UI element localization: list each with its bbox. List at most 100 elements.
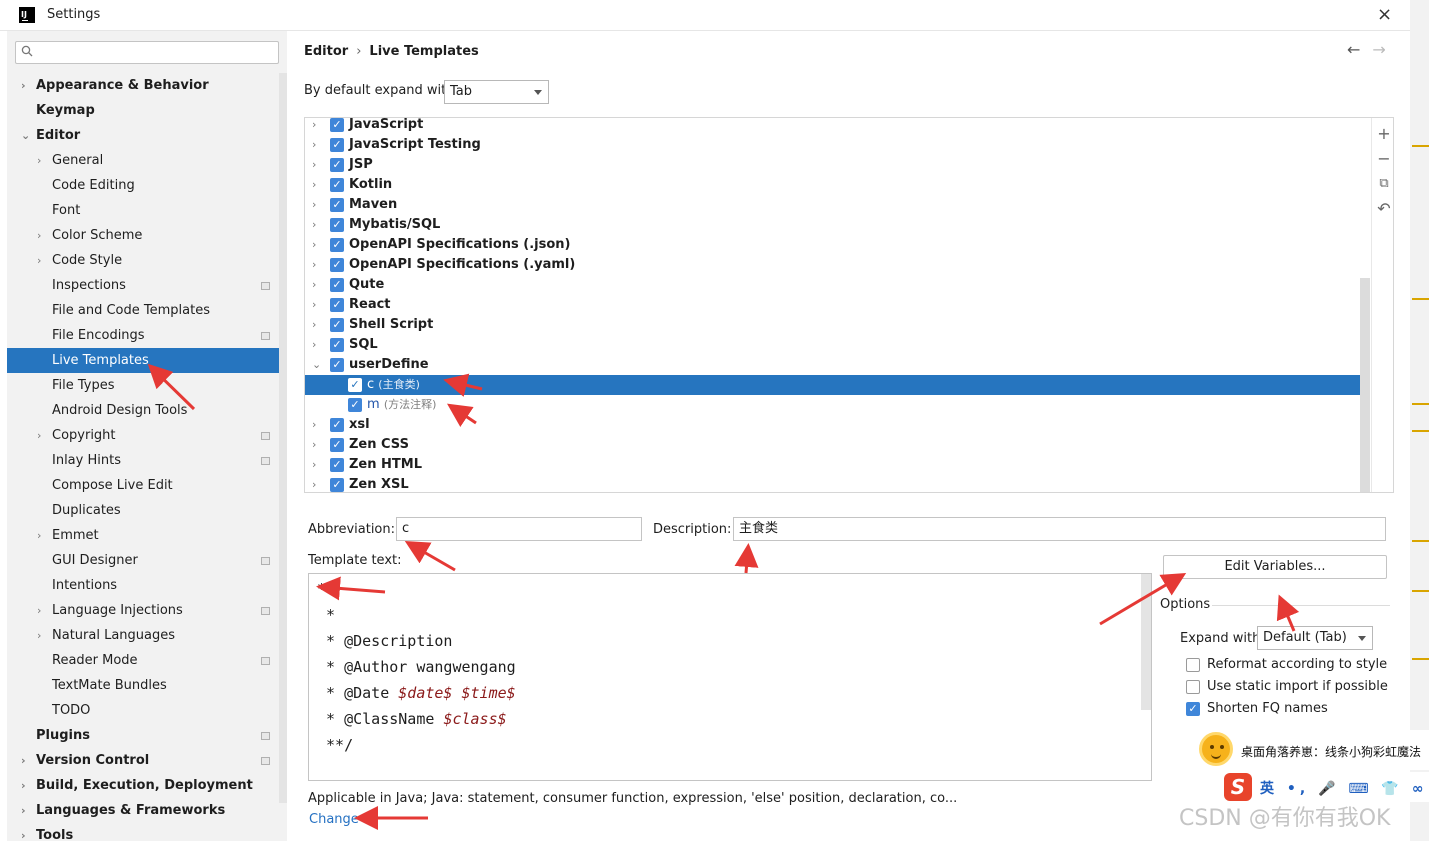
breadcrumb-parent[interactable]: Editor: [304, 44, 348, 59]
chevron-right-icon[interactable]: ›: [312, 475, 316, 492]
check-icon[interactable]: ✓: [330, 458, 344, 472]
sidebar-item-version-control[interactable]: › Version Control: [7, 748, 287, 773]
template-group[interactable]: › ✓ Zen CSS: [305, 435, 1367, 455]
check-icon[interactable]: ✓: [330, 118, 344, 132]
template-group[interactable]: › ✓ OpenAPI Specifications (.yaml): [305, 255, 1367, 275]
sidebar-item-file-types[interactable]: File Types: [7, 373, 287, 398]
template-group[interactable]: › ✓ JSP: [305, 155, 1367, 175]
template-group[interactable]: › ✓ Shell Script: [305, 315, 1367, 335]
chevron-right-icon[interactable]: ›: [312, 118, 316, 135]
check-icon[interactable]: ✓: [330, 218, 344, 232]
check-icon[interactable]: ✓: [348, 378, 362, 392]
expand-with-select[interactable]: Default (Tab): [1257, 626, 1373, 650]
template-group[interactable]: › ✓ SQL: [305, 335, 1367, 355]
description-input[interactable]: 主食类: [733, 517, 1386, 541]
chevron-right-icon[interactable]: ›: [37, 623, 41, 648]
sidebar-item-color-scheme[interactable]: › Color Scheme: [7, 223, 287, 248]
sidebar-item-build-execution-deployment[interactable]: › Build, Execution, Deployment: [7, 773, 287, 798]
back-arrow-icon[interactable]: ←: [1347, 40, 1360, 59]
sidebar-item-font[interactable]: Font: [7, 198, 287, 223]
restore-icon[interactable]: ↶: [1376, 201, 1392, 217]
sidebar-item-code-editing[interactable]: Code Editing: [7, 173, 287, 198]
chevron-right-icon[interactable]: ›: [37, 248, 41, 273]
forward-arrow-icon[interactable]: →: [1372, 40, 1385, 59]
sidebar-item-gui-designer[interactable]: GUI Designer: [7, 548, 287, 573]
sidebar-scrollbar[interactable]: [279, 73, 287, 803]
check-icon[interactable]: ✓: [330, 278, 344, 292]
sidebar-item-intentions[interactable]: Intentions: [7, 573, 287, 598]
ime-toolbar[interactable]: S 英 •, 🎤 ⌨ 👕 ∞ ⊞: [1222, 772, 1429, 802]
chevron-right-icon[interactable]: ›: [312, 455, 316, 475]
remove-icon[interactable]: −: [1376, 151, 1392, 167]
template-item[interactable]: ✓ c (主食类): [305, 375, 1367, 395]
check-icon[interactable]: ✓: [330, 238, 344, 252]
editor-scrollbar[interactable]: [1141, 574, 1151, 710]
sidebar-item-textmate-bundles[interactable]: TextMate Bundles: [7, 673, 287, 698]
check-icon[interactable]: ✓: [330, 138, 344, 152]
sidebar-item-languages-frameworks[interactable]: › Languages & Frameworks: [7, 798, 287, 823]
sidebar-item-natural-languages[interactable]: › Natural Languages: [7, 623, 287, 648]
chevron-right-icon[interactable]: ›: [312, 155, 316, 175]
edit-variables-button[interactable]: Edit Variables...: [1163, 555, 1387, 579]
chevron-right-icon[interactable]: ›: [312, 175, 316, 195]
chevron-right-icon[interactable]: ›: [21, 823, 26, 841]
change-contexts-link[interactable]: Change ⌄: [309, 812, 371, 827]
check-icon[interactable]: ✓: [330, 358, 344, 372]
add-icon[interactable]: +: [1376, 126, 1392, 142]
check-icon[interactable]: ✓: [330, 198, 344, 212]
sidebar-item-todo[interactable]: TODO: [7, 698, 287, 723]
chevron-right-icon[interactable]: ›: [21, 748, 26, 773]
sidebar-item-general[interactable]: › General: [7, 148, 287, 173]
template-group[interactable]: › ✓ Maven: [305, 195, 1367, 215]
chevron-right-icon[interactable]: ›: [312, 415, 316, 435]
chevron-right-icon[interactable]: ›: [312, 135, 316, 155]
template-group[interactable]: › ✓ xsl: [305, 415, 1367, 435]
chevron-right-icon[interactable]: ›: [37, 423, 41, 448]
chevron-right-icon[interactable]: ›: [37, 223, 41, 248]
chevron-right-icon[interactable]: ›: [21, 73, 26, 98]
sidebar-item-emmet[interactable]: › Emmet: [7, 523, 287, 548]
sidebar-item-reader-mode[interactable]: Reader Mode: [7, 648, 287, 673]
check-icon[interactable]: ✓: [330, 418, 344, 432]
sidebar-item-android-design-tools[interactable]: Android Design Tools: [7, 398, 287, 423]
chevron-right-icon[interactable]: ›: [312, 295, 316, 315]
chevron-down-icon[interactable]: ⌄: [312, 355, 321, 375]
check-icon[interactable]: ✓: [330, 318, 344, 332]
sidebar-item-plugins[interactable]: Plugins: [7, 723, 287, 748]
check-icon[interactable]: ✓: [330, 258, 344, 272]
template-item[interactable]: ✓ m (方法注释): [305, 395, 1367, 415]
check-icon[interactable]: ✓: [348, 398, 362, 412]
chevron-right-icon[interactable]: ›: [312, 335, 316, 355]
check-icon[interactable]: ✓: [330, 478, 344, 492]
template-group[interactable]: ⌄ ✓ userDefine: [305, 355, 1367, 375]
sidebar-item-compose-live-edit[interactable]: Compose Live Edit: [7, 473, 287, 498]
chevron-right-icon[interactable]: ›: [312, 435, 316, 455]
check-icon[interactable]: ✓: [330, 158, 344, 172]
chevron-right-icon[interactable]: ›: [312, 215, 316, 235]
sidebar-item-editor[interactable]: ⌄ Editor: [7, 123, 287, 148]
sidebar-item-keymap[interactable]: Keymap: [7, 98, 287, 123]
chevron-right-icon[interactable]: ›: [312, 195, 316, 215]
sidebar-item-tools[interactable]: › Tools: [7, 823, 287, 841]
template-group[interactable]: › ✓ Zen HTML: [305, 455, 1367, 475]
sidebar-item-appearance-behavior[interactable]: › Appearance & Behavior: [7, 73, 287, 98]
chevron-right-icon[interactable]: ›: [312, 315, 316, 335]
sidebar-item-live-templates[interactable]: Live Templates: [7, 348, 287, 373]
chevron-right-icon[interactable]: ›: [37, 148, 41, 173]
template-group[interactable]: › ✓ Qute: [305, 275, 1367, 295]
desktop-notification[interactable]: 桌面角落养崽：线条小狗彩虹魔法: [1197, 730, 1429, 770]
default-expand-select[interactable]: Tab: [444, 80, 549, 104]
chevron-down-icon[interactable]: ⌄: [21, 123, 30, 148]
chevron-right-icon[interactable]: ›: [21, 773, 26, 798]
chevron-right-icon[interactable]: ›: [312, 235, 316, 255]
template-group[interactable]: › ✓ JavaScript Testing: [305, 135, 1367, 155]
chevron-right-icon[interactable]: ›: [312, 275, 316, 295]
check-icon[interactable]: ✓: [330, 338, 344, 352]
template-group[interactable]: › ✓ OpenAPI Specifications (.json): [305, 235, 1367, 255]
close-icon[interactable]: ×: [1377, 4, 1392, 25]
tree-scrollbar[interactable]: [1360, 278, 1370, 492]
sidebar-item-copyright[interactable]: › Copyright: [7, 423, 287, 448]
chevron-right-icon[interactable]: ›: [37, 598, 41, 623]
check-icon[interactable]: ✓: [330, 298, 344, 312]
sidebar-item-duplicates[interactable]: Duplicates: [7, 498, 287, 523]
